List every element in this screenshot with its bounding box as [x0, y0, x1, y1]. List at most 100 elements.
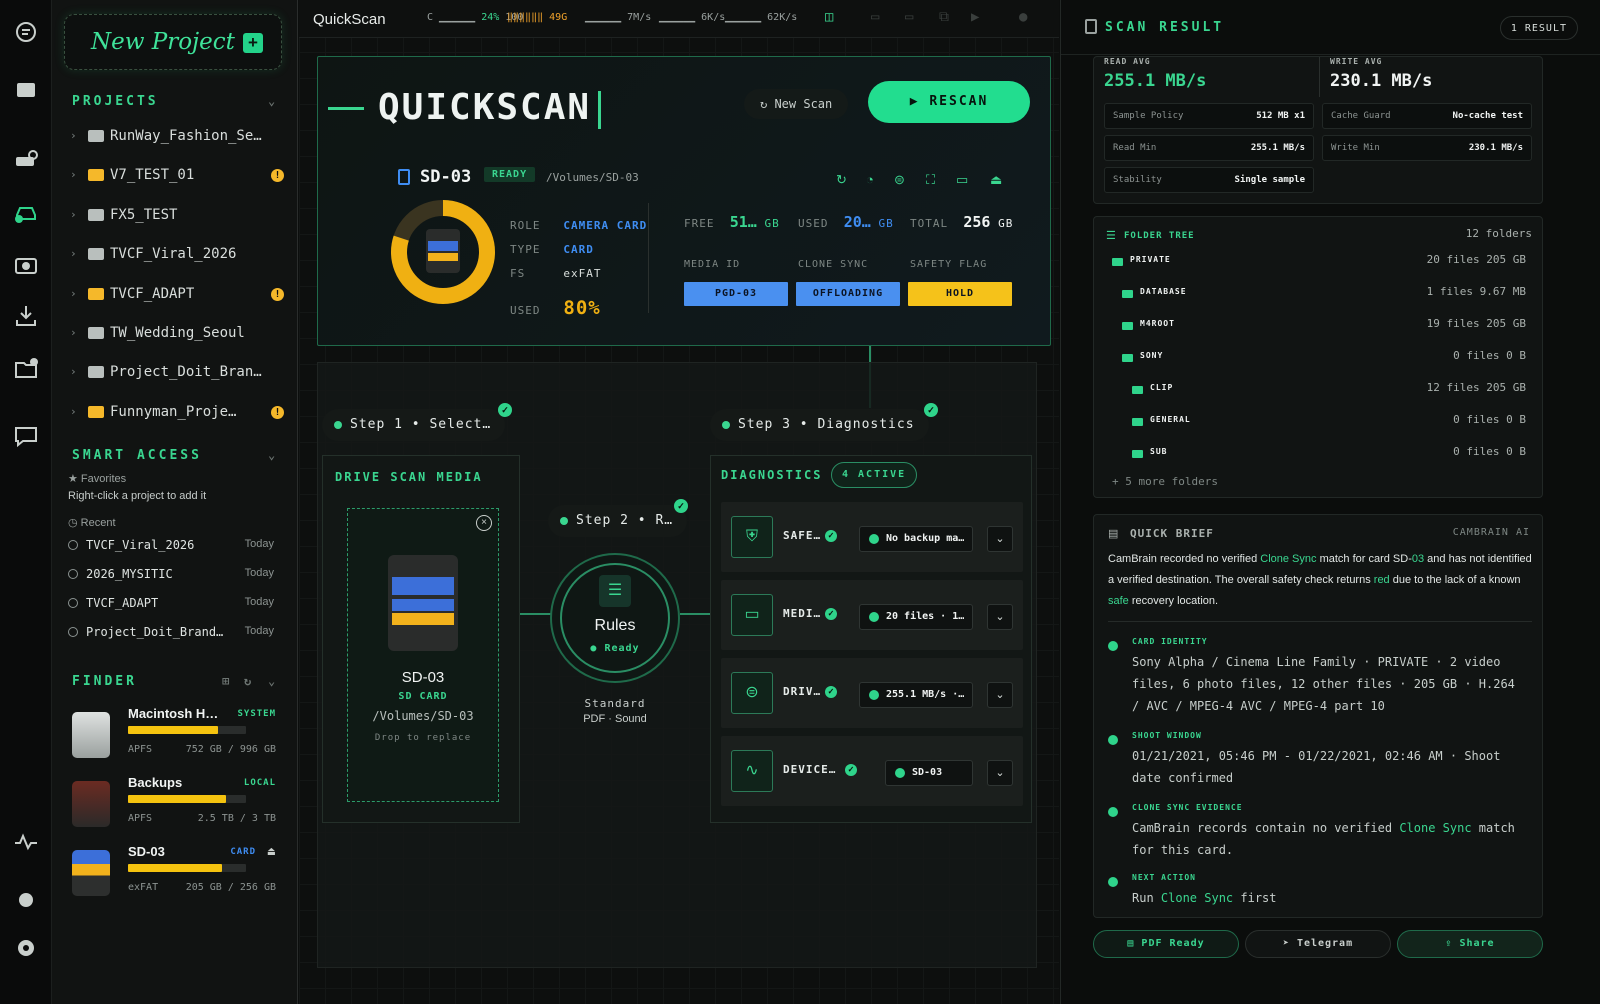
play-icon[interactable]: ▶ — [971, 9, 979, 25]
sd-card-image — [388, 555, 458, 651]
diagnostic-row[interactable]: ▭ MEDI… ✓ 20 files · 1… ⌄ — [721, 580, 1023, 650]
layout-toggle-icon[interactable]: ◫ — [825, 9, 833, 25]
stack-icon[interactable] — [10, 74, 42, 106]
project-item[interactable]: › TVCF_ADAPT! — [70, 285, 284, 307]
chevron-down-icon[interactable]: ⌄ — [268, 94, 275, 108]
diagnostic-name: DEVICE… — [783, 763, 837, 776]
rules-preset: Standard — [584, 697, 646, 710]
chevron-right-icon[interactable]: › — [70, 326, 77, 339]
folder-icon[interactable]: ▭ — [956, 172, 972, 187]
close-icon[interactable]: × — [476, 515, 492, 531]
drive-name: SD-03 — [128, 844, 165, 859]
io-value-2: 6K/s — [701, 12, 726, 23]
refresh-icon[interactable]: ↻ — [244, 674, 251, 688]
action-highlight: Clone Sync — [1160, 891, 1234, 905]
quick-brief-title: QUICK BRIEF — [1130, 527, 1214, 540]
diagnostic-row[interactable]: ∿ DEVICE… ✓ SD-03 ⌄ — [721, 736, 1023, 806]
chevron-right-icon[interactable]: › — [70, 287, 77, 300]
diagnostic-name: DRIV… — [783, 685, 822, 698]
new-scan-button[interactable]: ↻ New Scan — [744, 89, 849, 119]
drive-item[interactable]: Macintosh H… SYSTEM APFS 752 GB / 996 GB — [72, 706, 276, 766]
favorites-label: Favorites — [80, 473, 127, 485]
copy-icon[interactable]: ⧉ — [939, 9, 949, 25]
brain-logo-icon[interactable] — [10, 16, 42, 48]
activity-icon[interactable] — [10, 826, 42, 858]
new-project-button[interactable]: New Project + — [64, 14, 282, 70]
chevron-right-icon[interactable]: › — [70, 208, 77, 221]
chevron-down-icon[interactable]: ⌄ — [987, 604, 1013, 630]
chevron-down-icon[interactable]: ⌄ — [987, 760, 1013, 786]
diagnostic-name: MEDI… — [783, 607, 822, 620]
folder-row[interactable]: GENERAL 0 files 0 B — [1108, 413, 1526, 433]
finder-section-title[interactable]: FINDER ⊞ ↻ ⌄ — [72, 674, 275, 689]
folder-name: SUB — [1150, 447, 1168, 456]
project-item[interactable]: › RunWay_Fashion_Se… — [70, 127, 284, 149]
drop-hint: Drop to replace — [374, 733, 472, 743]
drive-icon[interactable]: ⊜ — [894, 172, 910, 187]
panel-bottom-icon[interactable]: ▭ — [905, 9, 913, 25]
folder-row[interactable]: PRIVATE 20 files 205 GB — [1108, 253, 1526, 273]
step-2-pill[interactable]: Step 2 • R… — [548, 505, 688, 537]
camera-icon[interactable] — [10, 248, 42, 280]
smart-access-section-title[interactable]: SMART ACCESS ⌄ — [72, 448, 275, 463]
step-1-pill[interactable]: Step 1 • Select… — [322, 409, 506, 441]
chevron-down-icon[interactable]: ⌄ — [268, 674, 275, 688]
fs-value: exFAT — [563, 267, 602, 280]
project-item[interactable]: › Funnyman_Proje…! — [70, 403, 284, 425]
rules-node[interactable]: ☰ Rules ● Ready — [550, 553, 680, 683]
folder-row[interactable]: SONY 0 files 0 B — [1108, 349, 1526, 369]
fullscreen-icon[interactable]: ⛶ — [926, 172, 942, 187]
folder-help-icon[interactable] — [10, 352, 42, 384]
ai-brain-icon[interactable] — [10, 884, 42, 916]
chevron-right-icon[interactable]: › — [70, 247, 77, 260]
folder-row[interactable]: SUB 0 files 0 B — [1108, 445, 1526, 465]
gauge-icon[interactable]: ◔ — [866, 172, 882, 187]
projects-section-title[interactable]: PROJECTS ⌄ — [72, 94, 275, 109]
panel-left-icon[interactable]: ▭ — [871, 9, 879, 25]
more-folders-link[interactable]: + 5 more folders — [1112, 475, 1218, 488]
recent-item[interactable]: TVCF_ADAPT Today — [68, 596, 274, 610]
folder-row[interactable]: CLIP 12 files 205 GB — [1108, 381, 1526, 401]
recent-item[interactable]: 2026_MYSITIC Today — [68, 567, 274, 581]
divider — [648, 203, 649, 313]
folder-row[interactable]: DATABASE 1 files 9.67 MB — [1108, 285, 1526, 305]
project-item[interactable]: › V7_TEST_01! — [70, 166, 284, 188]
drive-capacity: 205 GB / 256 GB — [185, 882, 276, 893]
project-item[interactable]: › TVCF_Viral_2026 — [70, 245, 284, 267]
folder-row[interactable]: M4ROOT 19 files 205 GB — [1108, 317, 1526, 337]
add-folder-icon[interactable]: ⊞ — [222, 674, 229, 688]
quickscan-icon[interactable] — [10, 196, 42, 228]
media-drop-zone[interactable]: × SD-03 SD CARD /Volumes/SD-03 Drop to r… — [347, 508, 499, 802]
drive-scan-icon[interactable] — [10, 144, 42, 176]
chevron-down-icon[interactable]: ⌄ — [987, 526, 1013, 552]
share-button[interactable]: ⇪ Share — [1397, 930, 1543, 958]
pdf-ready-button[interactable]: ▤ PDF Ready — [1093, 930, 1239, 958]
chevron-down-icon[interactable]: ⌄ — [987, 682, 1013, 708]
project-item[interactable]: › FX5_TEST — [70, 206, 284, 228]
diagnostic-row[interactable]: ⛨ SAFE… ✓ No backup ma… ⌄ — [721, 502, 1023, 572]
step-3-pill[interactable]: Step 3 • Diagnostics — [710, 409, 929, 441]
eject-icon[interactable]: ⏏ — [268, 844, 276, 858]
drive-item[interactable]: Backups LOCAL APFS 2.5 TB / 3 TB — [72, 775, 276, 835]
project-item[interactable]: › Project_Doit_Bran… — [70, 363, 284, 385]
project-item[interactable]: › TW_Wedding_Seoul — [70, 324, 284, 346]
chevron-right-icon[interactable]: › — [70, 129, 77, 142]
usage-bar — [128, 795, 246, 803]
diagnostic-row[interactable]: ⊜ DRIV… ✓ 255.1 MB/s ·… ⌄ — [721, 658, 1023, 728]
scan-flow-canvas: Step 1 • Select… ✓ Step 2 • R… ✓ Step 3 … — [317, 362, 1037, 968]
chevron-right-icon[interactable]: › — [70, 168, 77, 181]
warning-icon: ! — [271, 287, 284, 301]
import-icon[interactable] — [10, 300, 42, 332]
chat-icon[interactable] — [10, 420, 42, 452]
chevron-down-icon[interactable]: ⌄ — [268, 448, 275, 462]
chevron-right-icon[interactable]: › — [70, 405, 77, 418]
drive-item[interactable]: SD-03 CARD ⏏ exFAT 205 GB / 256 GB — [72, 844, 276, 904]
settings-gear-icon[interactable] — [10, 932, 42, 964]
eject-icon[interactable]: ⏏ — [990, 172, 1006, 187]
recent-item[interactable]: Project_Doit_Brand… Today — [68, 625, 274, 639]
telegram-button[interactable]: ➤ Telegram — [1245, 930, 1391, 958]
refresh-icon[interactable]: ↻ — [836, 172, 852, 187]
chevron-right-icon[interactable]: › — [70, 365, 77, 378]
recent-item[interactable]: TVCF_Viral_2026 Today — [68, 538, 274, 552]
rescan-button[interactable]: ▶ RESCAN — [868, 81, 1030, 123]
